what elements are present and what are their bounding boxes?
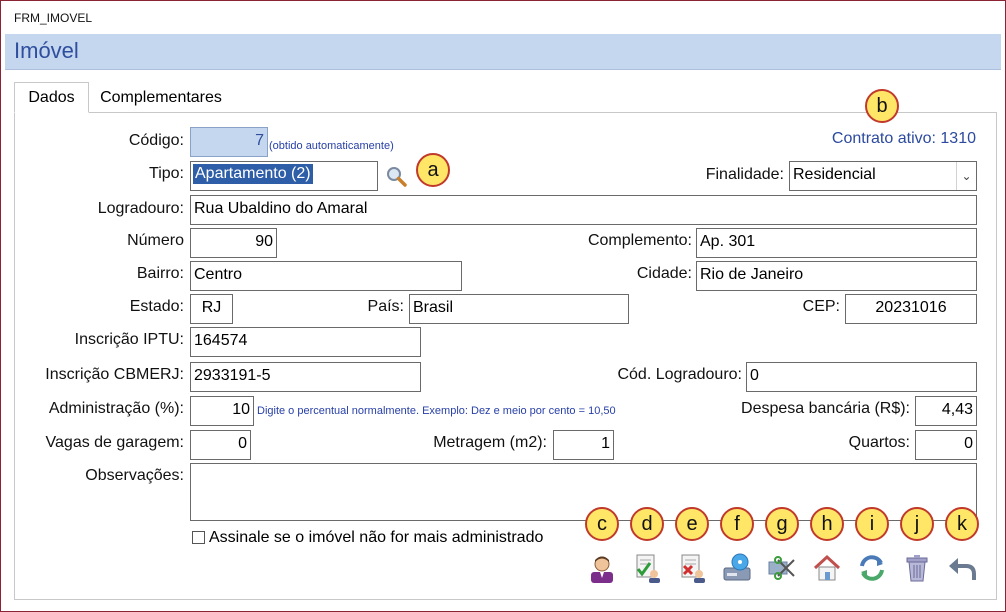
quartos-field[interactable]: 0 <box>915 430 977 460</box>
pais-field[interactable]: Brasil <box>409 294 629 324</box>
complemento-label: Complemento: <box>587 232 692 249</box>
numero-label: Número <box>127 232 184 249</box>
quartos-label: Quartos: <box>848 434 910 451</box>
save-button[interactable] <box>721 552 753 584</box>
despesa-label: Despesa bancária (R$): <box>741 400 910 417</box>
iptu-field[interactable]: 164574 <box>190 327 421 357</box>
observacoes-label: Observações: <box>85 467 184 484</box>
estado-field[interactable]: RJ <box>190 294 233 324</box>
cod-logradouro-label: Cód. Logradouro: <box>617 366 742 383</box>
complemento-field[interactable]: Ap. 301 <box>696 228 977 258</box>
trash-icon <box>906 555 928 582</box>
finalidade-select[interactable]: Residencial ⌄ <box>789 161 977 191</box>
estado-label: Estado: <box>129 298 184 315</box>
save-disk-icon <box>723 553 751 581</box>
vagas-label: Vagas de garagem: <box>45 434 184 451</box>
iptu-label: Inscrição IPTU: <box>74 331 184 348</box>
reject-document-icon <box>681 554 705 583</box>
callout-h: h <box>810 507 844 541</box>
cidade-field[interactable]: Rio de Janeiro <box>696 261 977 291</box>
codigo-hint: (obtido automaticamente) <box>269 140 394 152</box>
cut-icon <box>768 556 795 580</box>
finalidade-label: Finalidade: <box>705 166 784 183</box>
despesa-field[interactable]: 4,43 <box>915 396 977 426</box>
tipo-label: Tipo: <box>149 165 184 182</box>
home-button[interactable] <box>811 552 843 584</box>
delete-button[interactable] <box>901 552 933 584</box>
approve-button[interactable] <box>631 552 663 584</box>
nao-administrado-checkbox[interactable] <box>192 531 205 544</box>
back-button[interactable] <box>946 552 978 584</box>
nao-administrado-label: Assinale se o imóvel não for mais admini… <box>209 529 544 546</box>
search-icon[interactable] <box>384 164 408 188</box>
logradouro-field[interactable]: Rua Ubaldino do Amaral <box>190 195 977 225</box>
administracao-hint: Digite o percentual normalmente. Exemplo… <box>257 405 616 417</box>
person-button[interactable] <box>586 552 618 584</box>
callout-j: j <box>900 507 934 541</box>
metragem-label: Metragem (m2): <box>433 434 547 451</box>
cbmerj-field[interactable]: 2933191-5 <box>190 362 421 392</box>
cut-button[interactable] <box>766 552 798 584</box>
tab-dados[interactable]: Dados <box>14 82 89 113</box>
callout-a: a <box>416 153 450 187</box>
callout-d: d <box>630 507 664 541</box>
callout-e: e <box>675 507 709 541</box>
reject-button[interactable] <box>676 552 708 584</box>
callout-b: b <box>865 89 899 123</box>
window-caption: FRM_IMOVEL <box>14 11 93 25</box>
tipo-field[interactable]: Apartamento (2) <box>190 161 378 191</box>
person-icon <box>591 556 613 583</box>
callout-k: k <box>945 507 979 541</box>
cod-logradouro-field[interactable]: 0 <box>746 362 977 392</box>
metragem-field[interactable]: 1 <box>553 430 614 460</box>
bairro-field[interactable]: Centro <box>190 261 462 291</box>
numero-field[interactable]: 90 <box>190 228 277 258</box>
bairro-label: Bairro: <box>136 265 184 282</box>
undo-arrow-icon <box>949 558 976 580</box>
callout-c: c <box>585 507 619 541</box>
cbmerj-label: Inscrição CBMERJ: <box>45 366 184 383</box>
logradouro-label: Logradouro: <box>97 200 184 217</box>
page-title: Imóvel <box>14 38 79 63</box>
pais-label: País: <box>367 298 404 315</box>
title-bar: Imóvel <box>5 34 1001 70</box>
contract-status: Contrato ativo: 1310 <box>831 130 976 147</box>
codigo-field[interactable]: 7 <box>190 127 268 157</box>
administracao-field[interactable]: 10 <box>190 396 254 426</box>
tipo-selected-text: Apartamento (2) <box>193 164 313 184</box>
refresh-button[interactable] <box>856 552 888 584</box>
refresh-icon <box>860 555 884 581</box>
chevron-down-icon[interactable]: ⌄ <box>956 162 976 190</box>
codigo-label: Código: <box>128 132 184 149</box>
callout-i: i <box>855 507 889 541</box>
vagas-field[interactable]: 0 <box>190 430 251 460</box>
cidade-label: Cidade: <box>636 265 692 282</box>
cep-label: CEP: <box>802 298 840 315</box>
callout-f: f <box>720 507 754 541</box>
finalidade-value: Residencial <box>793 166 876 183</box>
cep-field[interactable]: 20231016 <box>845 294 977 324</box>
home-icon <box>813 554 841 581</box>
approve-document-icon <box>636 554 660 583</box>
callout-g: g <box>765 507 799 541</box>
administracao-label: Administração (%): <box>48 400 184 417</box>
tab-complementares[interactable]: Complementares <box>90 86 232 112</box>
